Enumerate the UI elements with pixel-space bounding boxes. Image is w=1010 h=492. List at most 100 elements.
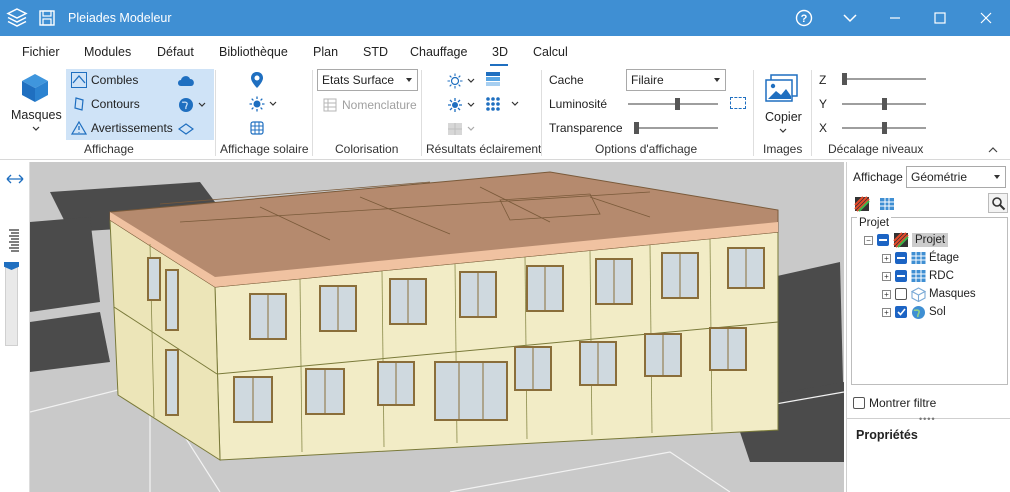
cloud-button[interactable] bbox=[177, 72, 198, 90]
filter-checkbox[interactable] bbox=[853, 397, 865, 409]
help-button[interactable]: ? bbox=[792, 6, 816, 30]
tree-item-masques[interactable]: + Masques bbox=[882, 285, 976, 303]
expand-toggle[interactable]: + bbox=[882, 271, 891, 281]
resultats-group-label: Résultats éclairement bbox=[426, 142, 542, 156]
combles-label: Combles bbox=[91, 73, 139, 87]
menu-3d[interactable]: 3D bbox=[492, 45, 508, 59]
nomenclature-button[interactable]: Nomenclature bbox=[321, 96, 417, 114]
collapse-ribbon-button[interactable] bbox=[838, 6, 862, 30]
slider-thumb[interactable] bbox=[842, 73, 847, 85]
location-button[interactable] bbox=[248, 71, 269, 89]
y-offset-slider[interactable] bbox=[842, 98, 926, 110]
chevron-down-icon bbox=[994, 175, 1000, 179]
selection-rect-icon[interactable] bbox=[730, 97, 746, 109]
close-button[interactable] bbox=[974, 6, 998, 30]
nomenclature-label: Nomenclature bbox=[342, 98, 417, 112]
gradient-button[interactable] bbox=[484, 70, 505, 88]
resize-horizontal-icon[interactable] bbox=[6, 174, 24, 184]
menu-calcul[interactable]: Calcul bbox=[533, 45, 568, 59]
slider-thumb[interactable] bbox=[882, 98, 887, 110]
shape-outline-button[interactable] bbox=[177, 120, 198, 138]
slider-thumb[interactable] bbox=[882, 122, 887, 134]
menu-bibliotheque[interactable]: Bibliothèque bbox=[219, 45, 288, 59]
y-label: Y bbox=[819, 97, 828, 111]
collapse-toggle[interactable]: − bbox=[864, 235, 873, 245]
disabled-result-button[interactable] bbox=[446, 120, 475, 138]
chevron-down-icon bbox=[714, 78, 720, 82]
expand-toggle[interactable]: + bbox=[882, 253, 891, 263]
slider-thumb[interactable] bbox=[634, 122, 639, 134]
sun-star-button[interactable] bbox=[446, 96, 475, 114]
tree-item-rdc[interactable]: + RDC bbox=[882, 267, 954, 285]
table-icon bbox=[321, 96, 339, 114]
splitter-grip-icon[interactable]: •••• bbox=[919, 414, 936, 424]
sun-result-button[interactable] bbox=[446, 72, 475, 90]
tree-checkbox[interactable] bbox=[895, 252, 907, 264]
save-icon[interactable] bbox=[38, 9, 56, 27]
cloud-icon bbox=[177, 72, 195, 90]
filter-row[interactable]: Montrer filtre bbox=[853, 396, 936, 410]
dots-grid-button[interactable] bbox=[484, 95, 519, 113]
tree-item-label: Masques bbox=[929, 288, 976, 300]
tree-checkbox[interactable] bbox=[877, 234, 889, 246]
properties-title: Propriétés bbox=[856, 428, 918, 442]
tree-item-projet[interactable]: − Projet bbox=[864, 231, 949, 249]
menu-fichier[interactable]: Fichier bbox=[22, 45, 60, 59]
colorisation-group-label: Colorisation bbox=[335, 142, 399, 156]
expand-toggle[interactable]: + bbox=[882, 289, 891, 299]
globe-button[interactable] bbox=[177, 96, 206, 114]
affichage-group-label: Affichage bbox=[84, 142, 134, 156]
maximize-button[interactable] bbox=[928, 6, 952, 30]
expand-toggle[interactable]: + bbox=[882, 307, 891, 317]
tree-checkbox[interactable] bbox=[895, 306, 907, 318]
avertissements-button[interactable]: Avertissements bbox=[70, 119, 173, 137]
panel-affichage-dropdown[interactable]: Géométrie bbox=[906, 166, 1006, 188]
help-icon: ? bbox=[795, 9, 813, 27]
minimize-button[interactable] bbox=[883, 6, 907, 30]
3d-scene[interactable] bbox=[30, 162, 844, 492]
roof-icon bbox=[70, 71, 88, 89]
luminosite-slider[interactable] bbox=[628, 98, 718, 110]
divider bbox=[215, 70, 216, 156]
images-group-label: Images bbox=[763, 142, 803, 156]
menu-defaut[interactable]: Défaut bbox=[157, 45, 194, 59]
sun-button[interactable] bbox=[248, 95, 277, 113]
search-button[interactable] bbox=[988, 193, 1008, 213]
solar-grid-button[interactable] bbox=[248, 119, 269, 137]
3d-viewport[interactable] bbox=[30, 162, 844, 492]
table-view-icon[interactable] bbox=[879, 196, 895, 212]
masques-button[interactable]: Masques bbox=[8, 70, 62, 138]
copier-button[interactable]: Copier bbox=[760, 72, 806, 138]
tree-item-etage[interactable]: + Étage bbox=[882, 249, 959, 267]
menu-plan[interactable]: Plan bbox=[313, 45, 338, 59]
x-offset-slider[interactable] bbox=[842, 122, 926, 134]
colorisation-dropdown[interactable]: Etats Surface bbox=[317, 69, 418, 91]
chevron-up-icon[interactable] bbox=[988, 146, 998, 153]
tree-item-sol[interactable]: + Sol bbox=[882, 303, 946, 321]
menu-modules[interactable]: Modules bbox=[84, 45, 131, 59]
combles-button[interactable]: Combles bbox=[70, 71, 138, 89]
affichage-solaire-group-label: Affichage solaire bbox=[220, 142, 309, 156]
svg-text:?: ? bbox=[801, 13, 808, 25]
slider-thumb[interactable] bbox=[675, 98, 680, 110]
contours-button[interactable]: Contours bbox=[70, 95, 140, 113]
zoom-slider-track[interactable] bbox=[5, 262, 18, 346]
z-offset-slider[interactable] bbox=[842, 73, 926, 85]
menu-chauffage[interactable]: Chauffage bbox=[410, 45, 467, 59]
transparence-slider[interactable] bbox=[634, 122, 718, 134]
chevron-down-icon bbox=[779, 128, 787, 133]
tree-checkbox[interactable] bbox=[895, 288, 907, 300]
location-pin-icon bbox=[248, 71, 266, 89]
cache-dropdown[interactable]: Filaire bbox=[626, 69, 726, 91]
divider bbox=[312, 70, 313, 156]
window-title: Pleiades Modeleur bbox=[68, 11, 172, 25]
tree-checkbox[interactable] bbox=[895, 270, 907, 282]
title-bar: Pleiades Modeleur ? bbox=[0, 0, 1010, 36]
chevron-down-icon bbox=[406, 78, 412, 82]
sun-star-icon bbox=[446, 96, 464, 114]
menu-std[interactable]: STD bbox=[363, 45, 388, 59]
search-icon bbox=[992, 197, 1006, 211]
decalage-group-label: Décalage niveaux bbox=[828, 142, 924, 156]
color-palette-icon[interactable] bbox=[854, 196, 870, 212]
tree-item-label: Projet bbox=[912, 233, 949, 247]
